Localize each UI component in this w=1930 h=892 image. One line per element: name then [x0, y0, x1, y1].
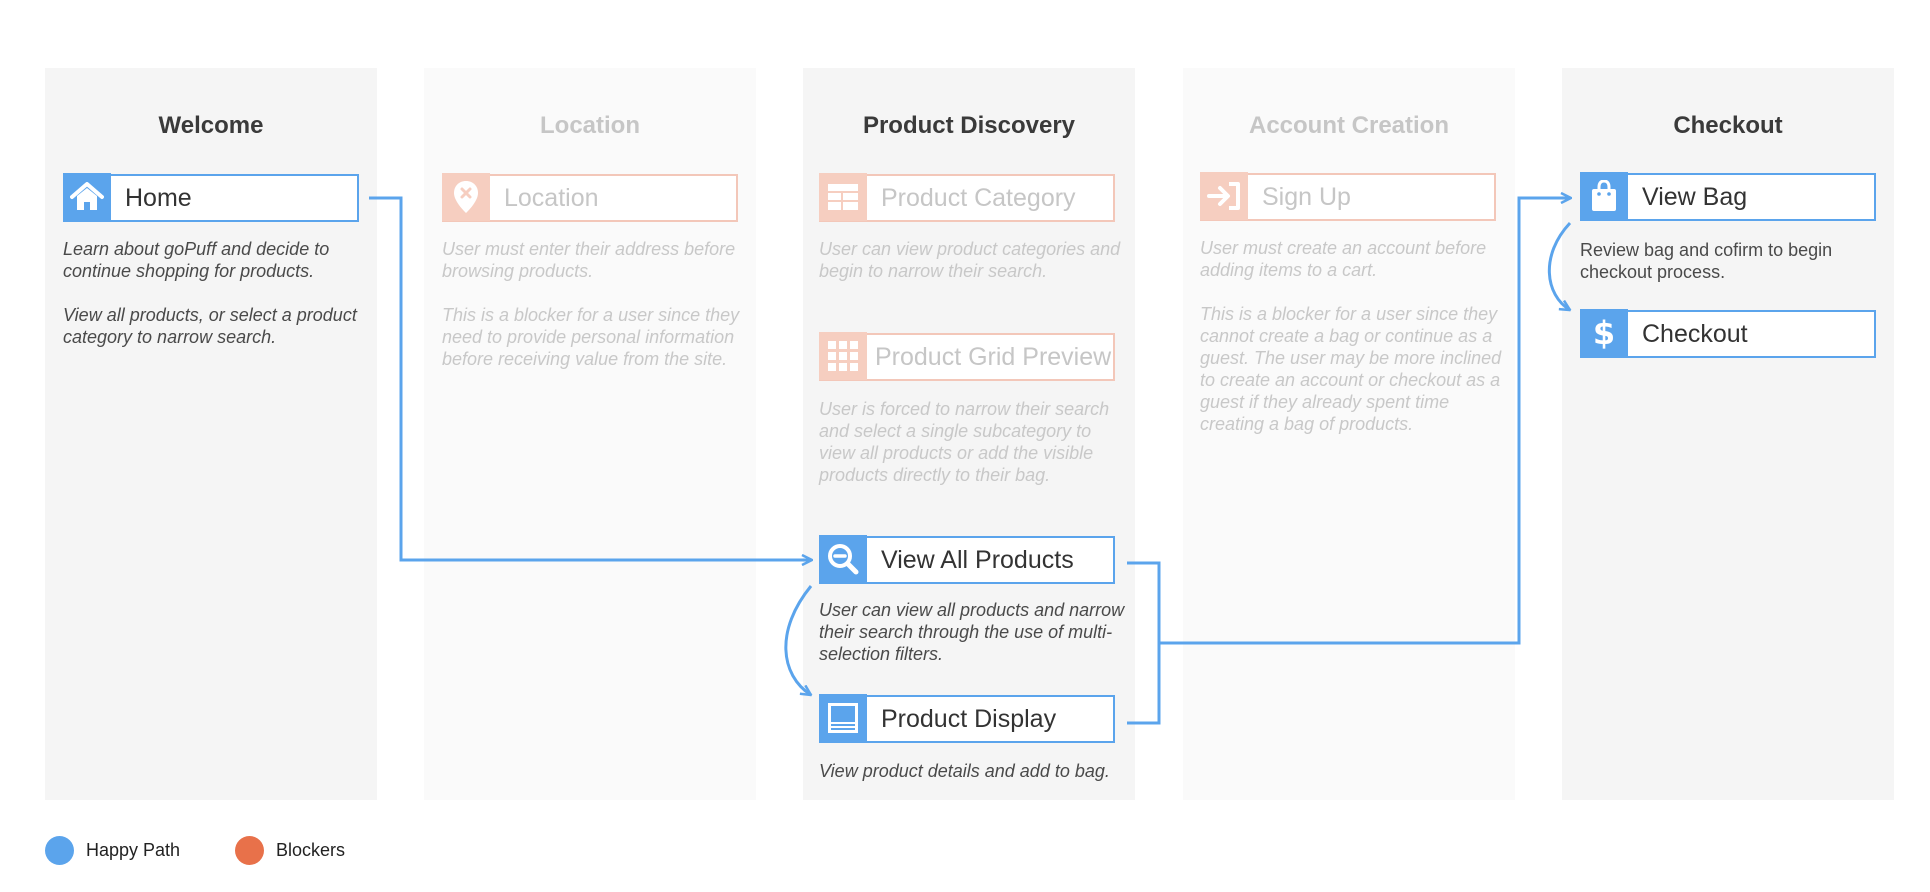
- step-product-grid-preview-label: Product Grid Preview: [875, 342, 1112, 371]
- description-text: View all products, or select a product c…: [63, 305, 357, 347]
- dollar-icon: $: [1580, 309, 1628, 357]
- step-sign-up-label: Sign Up: [1262, 182, 1351, 211]
- step-view-bag[interactable]: View Bag: [1580, 172, 1876, 221]
- step-location-description: User must enter their address before bro…: [442, 238, 752, 392]
- step-location-label: Location: [504, 183, 599, 212]
- step-product-category-description: User can view product categories and beg…: [819, 238, 1129, 304]
- step-product-category[interactable]: Product Category: [819, 173, 1115, 222]
- description-text: Review bag and cofirm to begin checkout …: [1580, 240, 1833, 282]
- connector-view-all-products-to-product-display: [784, 585, 811, 695]
- step-product-grid-preview-description: User is forced to narrow their search an…: [819, 398, 1129, 508]
- connector-view-bag-to-checkout: [1547, 221, 1570, 310]
- legend-dot-blockers: [235, 836, 264, 865]
- description-text: User is forced to narrow their search an…: [819, 399, 1110, 485]
- description-text: User must create an account before addin…: [1200, 238, 1487, 280]
- sign-in-icon: [1200, 172, 1248, 220]
- legend-blockers: Blockers: [235, 836, 345, 865]
- step-home[interactable]: Home: [63, 173, 359, 222]
- description-text: User can view product categories and beg…: [819, 239, 1121, 281]
- step-sign-up-description: User must create an account before addin…: [1200, 237, 1510, 457]
- grid-icon: [819, 332, 867, 380]
- step-view-bag-label: View Bag: [1642, 182, 1748, 211]
- legend-label: Happy Path: [86, 840, 181, 860]
- step-home-description: Learn about goPuff and decide to continu…: [63, 238, 373, 370]
- step-product-grid-preview[interactable]: Product Grid Preview: [819, 332, 1115, 381]
- zoom-out-icon: [819, 535, 867, 583]
- description-text: User must enter their address before bro…: [442, 239, 736, 281]
- step-checkout[interactable]: $ Checkout: [1580, 309, 1876, 358]
- step-product-display-label: Product Display: [881, 704, 1057, 733]
- legend-label: Blockers: [276, 840, 346, 860]
- home-icon: [63, 173, 111, 221]
- product-display-icon: [819, 694, 867, 742]
- step-view-all-products-description: User can view all products and narrow th…: [819, 599, 1129, 687]
- step-view-bag-description: Review bag and cofirm to begin checkout …: [1580, 239, 1890, 305]
- description-text: This is a blocker for a user since they …: [442, 305, 740, 369]
- step-location[interactable]: Location: [442, 173, 738, 222]
- description-text: View product details and add to bag.: [819, 761, 1110, 781]
- category-list-icon: [819, 173, 867, 221]
- location-pin-icon: [442, 173, 490, 221]
- shopping-bag-icon: [1580, 172, 1628, 220]
- legend-dot-happy-path: [45, 836, 74, 865]
- step-checkout-label: Checkout: [1642, 319, 1748, 348]
- description-text: This is a blocker for a user since they …: [1200, 304, 1502, 434]
- step-sign-up[interactable]: Sign Up: [1200, 172, 1496, 221]
- step-view-all-products-label: View All Products: [881, 545, 1074, 574]
- step-product-category-label: Product Category: [881, 183, 1076, 212]
- connector-view-all-products-bracket: [1127, 561, 1161, 725]
- step-product-display-description: View product details and add to bag.: [819, 760, 1129, 804]
- step-product-display[interactable]: Product Display: [819, 694, 1115, 743]
- description-text: Learn about goPuff and decide to continu…: [63, 239, 330, 281]
- step-home-label: Home: [125, 183, 192, 212]
- legend-happy-path: Happy Path: [45, 836, 180, 865]
- step-view-all-products[interactable]: View All Products: [819, 535, 1115, 584]
- description-text: User can view all products and narrow th…: [819, 600, 1125, 664]
